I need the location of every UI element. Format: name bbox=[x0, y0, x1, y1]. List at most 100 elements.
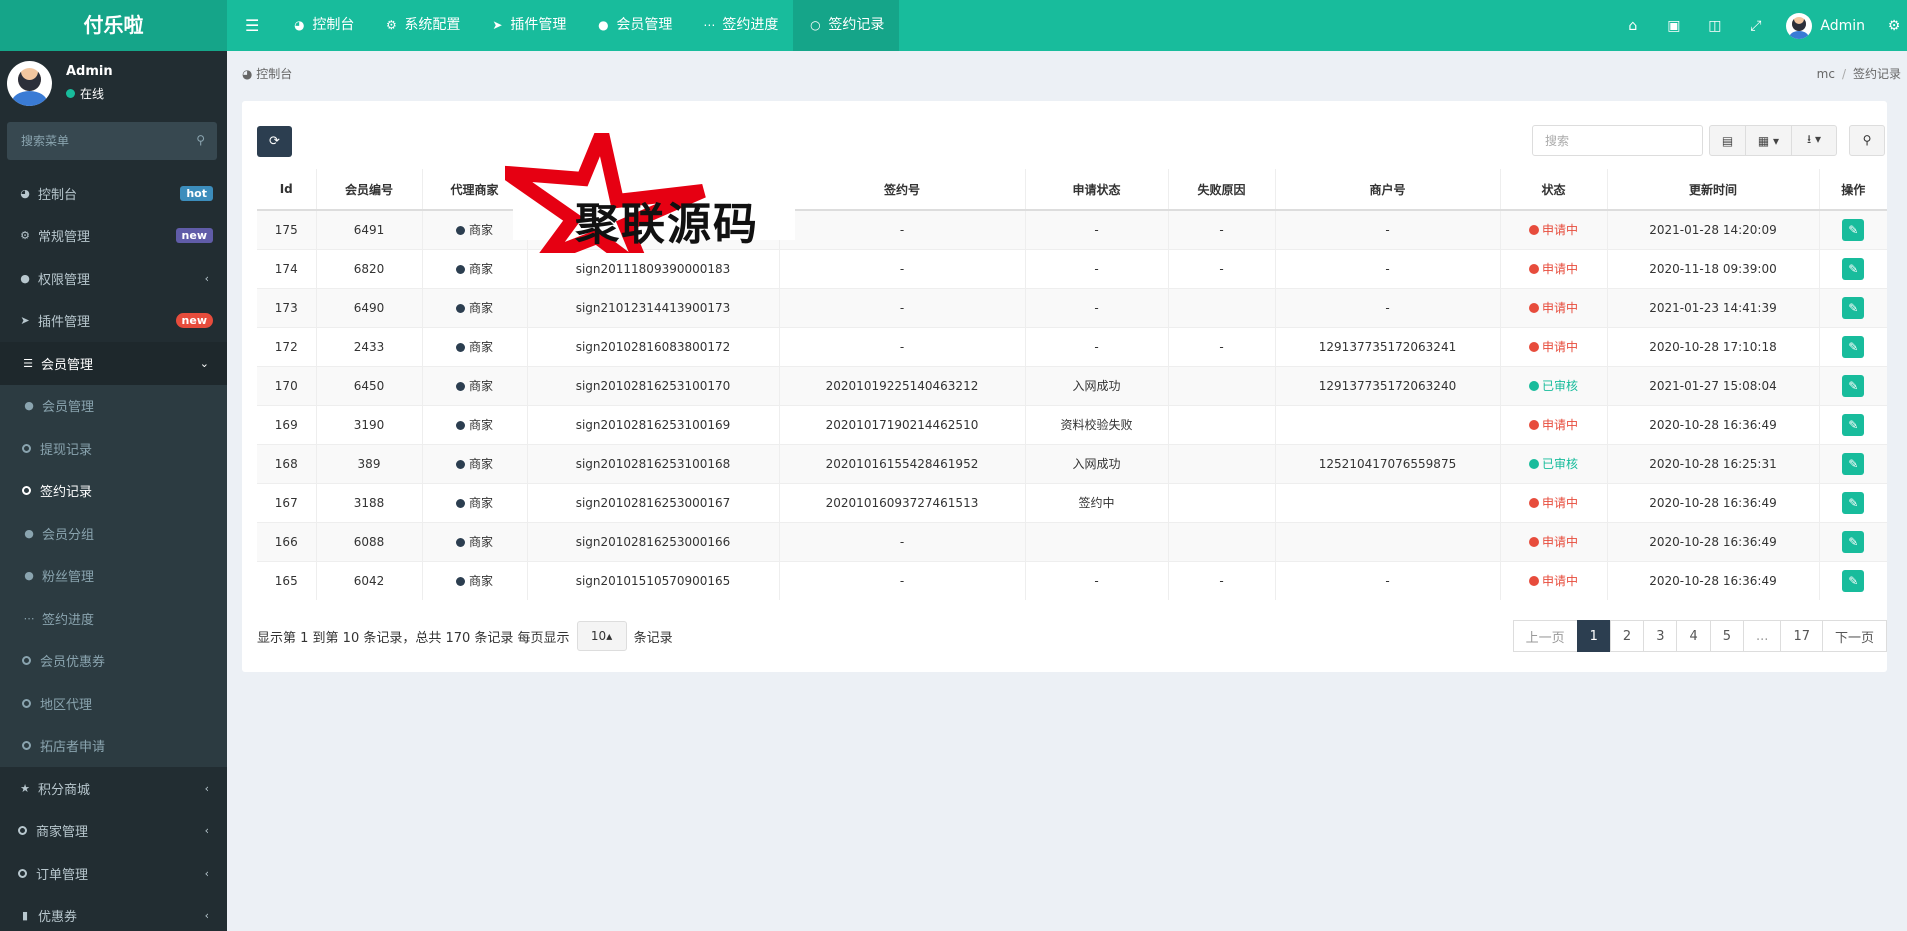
cell-apply-status: - bbox=[1025, 326, 1169, 366]
cell-sign-no: - bbox=[779, 209, 1026, 249]
sidebar-item-member-manage[interactable]: ● 会员管理 bbox=[0, 385, 227, 428]
cell-updated: 2020-11-18 09:39:00 bbox=[1607, 248, 1820, 288]
cell-actions: ✎ bbox=[1819, 287, 1887, 327]
table-row[interactable]: 169 3190 商家 sign20102816253100169 2020101719… bbox=[257, 404, 1887, 444]
table-search-input[interactable] bbox=[1532, 125, 1703, 156]
page-3-button[interactable]: 3 bbox=[1643, 620, 1678, 652]
sidebar-item-sign-progress[interactable]: ⋯ 签约进度 bbox=[0, 597, 227, 640]
sidebar-item-plugins[interactable]: ➤ 插件管理 new bbox=[0, 300, 227, 343]
dot-icon bbox=[455, 382, 465, 391]
sidebar: Admin 在线 ⚲ ◕控制台hot ⚙常规管理new ●权限管理‹ ➤插件管理… bbox=[0, 51, 227, 931]
user-menu[interactable]: Admin bbox=[1776, 12, 1881, 39]
page-size-select[interactable]: 10 ▴ bbox=[576, 621, 627, 651]
page-17-button[interactable]: 17 bbox=[1780, 620, 1823, 652]
pagination: 上一页 1 2 3 4 5 ... 17 下一页 bbox=[1512, 620, 1887, 652]
columns-button[interactable]: ▦ ▾ bbox=[1745, 125, 1792, 156]
brand-logo[interactable]: 付乐啦 bbox=[0, 0, 227, 51]
menu-search-input[interactable] bbox=[7, 122, 217, 160]
trash-icon[interactable]: ▣ bbox=[1653, 18, 1694, 34]
cell-apply-status: 入网成功 bbox=[1025, 443, 1169, 483]
edit-button[interactable]: ✎ bbox=[1842, 569, 1865, 592]
page-4-button[interactable]: 4 bbox=[1676, 620, 1711, 652]
table-row[interactable]: 175 6491 商家 - - - - 申请中 2021-01-28 14:20:09 ✎ bbox=[257, 209, 1887, 249]
col-fail-reason[interactable]: 失败原因 bbox=[1168, 169, 1276, 211]
col-status[interactable]: 状态 bbox=[1500, 169, 1608, 211]
edit-button[interactable]: ✎ bbox=[1842, 257, 1865, 280]
tab-plugins[interactable]: ➤ 插件管理 bbox=[475, 0, 581, 51]
table-row[interactable]: 166 6088 商家 sign20102816253000166- 申请中 2020-1… bbox=[257, 521, 1887, 561]
col-updated[interactable]: 更新时间 bbox=[1607, 169, 1820, 211]
fullscreen-icon[interactable]: ⤢ bbox=[1735, 18, 1776, 34]
sidebar-item-region-agent[interactable]: 地区代理 bbox=[0, 682, 227, 725]
tab-members[interactable]: ● 会员管理 bbox=[581, 0, 687, 51]
cell-sign-no: - bbox=[779, 248, 1026, 288]
toggle-view-button[interactable]: ▤ bbox=[1709, 125, 1746, 156]
tab-sign-records[interactable]: ○ 签约记录 bbox=[793, 0, 900, 51]
table-row[interactable]: 168 389 商家 sign20102816253100168 20201016155… bbox=[257, 443, 1887, 483]
table-row[interactable]: 172 2433 商家 sign20102816083800172- - -1291377… bbox=[257, 326, 1887, 366]
advanced-search-button[interactable]: ⚲ bbox=[1849, 125, 1885, 156]
list-icon: ☰ bbox=[23, 356, 33, 370]
page-2-button[interactable]: 2 bbox=[1609, 620, 1645, 652]
tab-sign-progress[interactable]: ⋯ 签约进度 bbox=[687, 0, 793, 51]
sidebar-item-dashboard[interactable]: ◕ 控制台 hot bbox=[0, 172, 227, 215]
edit-button[interactable]: ✎ bbox=[1842, 218, 1865, 241]
page-1-button[interactable]: 1 bbox=[1576, 620, 1611, 652]
edit-button[interactable]: ✎ bbox=[1842, 530, 1865, 553]
table-row[interactable]: 174 6820 商家 sign20111809390000183- - - - 申请中 202… bbox=[257, 248, 1887, 288]
watermark-text: 聚联源码 bbox=[575, 199, 759, 250]
status-badge: 已审核 bbox=[1528, 379, 1578, 393]
table-row[interactable]: 170 6450 商家 sign20102816253100170 2020101922… bbox=[257, 365, 1887, 405]
sidebar-item-orders[interactable]: 订单管理 ‹ bbox=[0, 852, 227, 895]
tab-system-config[interactable]: ⚙ 系统配置 bbox=[369, 0, 475, 51]
edit-button[interactable]: ✎ bbox=[1842, 452, 1865, 475]
table-row[interactable]: 165 6042 商家 sign20101510570900165- - - - 申请中 202… bbox=[257, 560, 1887, 600]
col-sign-no[interactable]: 签约号 bbox=[779, 169, 1026, 211]
sidebar-item-points-mall[interactable]: ★ 积分商城 ‹ bbox=[0, 767, 227, 810]
gears-icon: ⚙ bbox=[385, 18, 397, 32]
col-merchant-no[interactable]: 商户号 bbox=[1275, 169, 1501, 211]
sidebar-item-coupon[interactable]: ▮ 优惠券 ‹ bbox=[0, 895, 227, 931]
sidebar-item-fans[interactable]: ● 粉丝管理 bbox=[0, 555, 227, 598]
home-icon[interactable]: ⌂ bbox=[1612, 18, 1653, 34]
sidebar-item-members[interactable]: ☰ 会员管理 ⌄ bbox=[0, 342, 227, 385]
sidebar-item-coupons[interactable]: 会员优惠券 bbox=[0, 640, 227, 683]
hot-badge: hot bbox=[180, 185, 213, 201]
cell-agent: 商家 bbox=[422, 443, 528, 483]
sidebar-item-general[interactable]: ⚙ 常规管理 new bbox=[0, 215, 227, 258]
prev-page-button[interactable]: 上一页 bbox=[1512, 620, 1578, 652]
edit-button[interactable]: ✎ bbox=[1842, 335, 1865, 358]
table-row[interactable]: 167 3188 商家 sign20102816253000167 2020101609… bbox=[257, 482, 1887, 522]
status-dot-icon bbox=[1528, 459, 1539, 469]
sidebar-item-withdraw[interactable]: 提现记录 bbox=[0, 427, 227, 470]
tab-dashboard[interactable]: ◕ 控制台 bbox=[277, 0, 369, 51]
next-page-button[interactable]: 下一页 bbox=[1821, 620, 1887, 652]
sidebar-item-sign-records[interactable]: 签约记录 bbox=[0, 470, 227, 513]
sidebar-item-permissions[interactable]: ● 权限管理 ‹ bbox=[0, 257, 227, 300]
sidebar-toggle-button[interactable]: ☰ bbox=[227, 0, 277, 51]
refresh-icon: ⟳ bbox=[269, 134, 280, 149]
settings-icon[interactable]: ⚙ bbox=[1881, 18, 1907, 34]
table-row[interactable]: 173 6490 商家 sign21012314413900173- - - 申请中 2021… bbox=[257, 287, 1887, 327]
cell-updated: 2020-10-28 16:36:49 bbox=[1607, 482, 1820, 522]
edit-button[interactable]: ✎ bbox=[1842, 413, 1865, 436]
sidebar-item-expander-apply[interactable]: 拓店者申请 bbox=[0, 725, 227, 768]
status-dot-icon bbox=[1528, 303, 1539, 313]
sidebar-item-merchants[interactable]: 商家管理 ‹ bbox=[0, 810, 227, 853]
export-button[interactable]: ⭳ ▾ bbox=[1791, 125, 1837, 156]
translate-icon[interactable]: ◫ bbox=[1694, 18, 1735, 34]
col-id[interactable]: Id bbox=[257, 169, 317, 211]
refresh-button[interactable]: ⟳ bbox=[257, 126, 292, 157]
sidebar-item-member-groups[interactable]: ● 会员分组 bbox=[0, 512, 227, 555]
edit-button[interactable]: ✎ bbox=[1842, 296, 1865, 319]
page-5-button[interactable]: 5 bbox=[1709, 620, 1745, 652]
cell-sign-no: 20201016155428461952 bbox=[779, 443, 1026, 483]
col-apply-status[interactable]: 申请状态 bbox=[1025, 169, 1169, 211]
search-icon[interactable]: ⚲ bbox=[196, 133, 205, 147]
cell-updated: 2021-01-27 15:08:04 bbox=[1607, 365, 1820, 405]
cell-status: 申请中 bbox=[1500, 560, 1608, 600]
col-member-no[interactable]: 会员编号 bbox=[316, 169, 423, 211]
edit-button[interactable]: ✎ bbox=[1842, 374, 1865, 397]
edit-button[interactable]: ✎ bbox=[1842, 491, 1865, 514]
cell-sign-id: sign20102816253100170 bbox=[527, 365, 780, 405]
